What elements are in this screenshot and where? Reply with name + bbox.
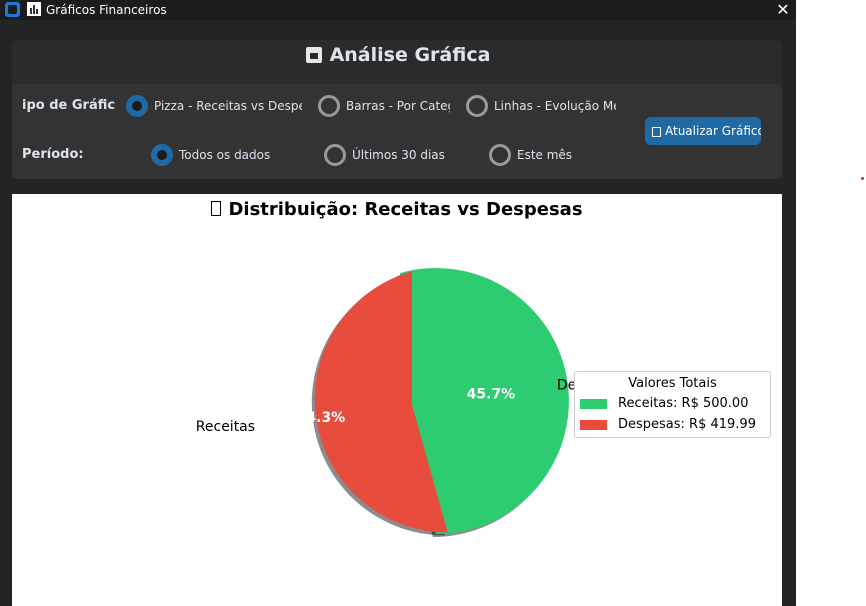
legend-text: Receitas: R$ 500.00 bbox=[618, 396, 749, 411]
chart-type-label: ipo de Gráfic bbox=[22, 98, 116, 113]
pie-category-label-receitas: Receitas bbox=[196, 419, 255, 435]
chart-canvas: Distribuição: Receitas vs Despesas 54.3%… bbox=[12, 194, 782, 606]
radio-indicator bbox=[324, 144, 346, 166]
legend-title: Valores Totais bbox=[628, 376, 717, 391]
legend-swatch bbox=[580, 420, 607, 430]
radio-indicator bbox=[318, 95, 340, 117]
legend-text: Despesas: R$ 419.99 bbox=[618, 417, 756, 432]
box-icon bbox=[305, 47, 322, 63]
update-chart-button[interactable]: Atualizar Gráfico bbox=[645, 117, 761, 145]
update-chart-label: Atualizar Gráfico bbox=[665, 124, 761, 138]
radio-label: Pizza - Receitas vs Despe bbox=[154, 99, 302, 113]
radio-indicator bbox=[151, 144, 173, 166]
radio-period-30-dias[interactable]: Últimos 30 dias bbox=[324, 144, 454, 168]
radio-indicator bbox=[126, 95, 148, 117]
radio-period-todos[interactable]: Todos os dados bbox=[151, 144, 281, 168]
close-button[interactable]: ✕ bbox=[770, 0, 796, 20]
window-title: Gráficos Financeiros bbox=[46, 3, 167, 17]
bar-chart-icon bbox=[27, 2, 41, 16]
page-title-text: Análise Gráfica bbox=[329, 44, 491, 66]
radio-indicator bbox=[466, 95, 488, 117]
period-label: Período: bbox=[22, 147, 84, 162]
radio-label: Todos os dados bbox=[179, 148, 271, 162]
radio-chart-pizza[interactable]: Pizza - Receitas vs Despe bbox=[126, 95, 302, 119]
radio-period-este-mes[interactable]: Este mês bbox=[489, 144, 589, 168]
refresh-icon bbox=[652, 127, 661, 137]
title-bar: Gráficos Financeiros ✕ bbox=[0, 0, 796, 20]
radio-chart-barras[interactable]: Barras - Por Categ bbox=[318, 95, 450, 119]
page-title: Análise Gráfica bbox=[0, 42, 796, 68]
pie-pct-label-despesas: 45.7% bbox=[467, 386, 516, 402]
radio-label: Barras - Por Categ bbox=[346, 99, 450, 113]
pie-pct-label-receitas: 54.3% bbox=[297, 410, 346, 426]
radio-label: Linhas - Evolução Me bbox=[494, 99, 616, 113]
radio-chart-linhas[interactable]: Linhas - Evolução Me bbox=[466, 95, 616, 119]
app-window: Gráficos Financeiros ✕ Análise Gráfica i… bbox=[0, 0, 796, 606]
legend-swatch bbox=[580, 399, 607, 409]
radio-label: Últimos 30 dias bbox=[352, 148, 445, 162]
chart-legend: Valores Totais Receitas: R$ 500.00 Despe… bbox=[574, 371, 771, 438]
radio-indicator bbox=[489, 144, 511, 166]
stray-dot bbox=[861, 177, 864, 180]
radio-label: Este mês bbox=[517, 148, 573, 162]
app-icon bbox=[5, 2, 20, 17]
